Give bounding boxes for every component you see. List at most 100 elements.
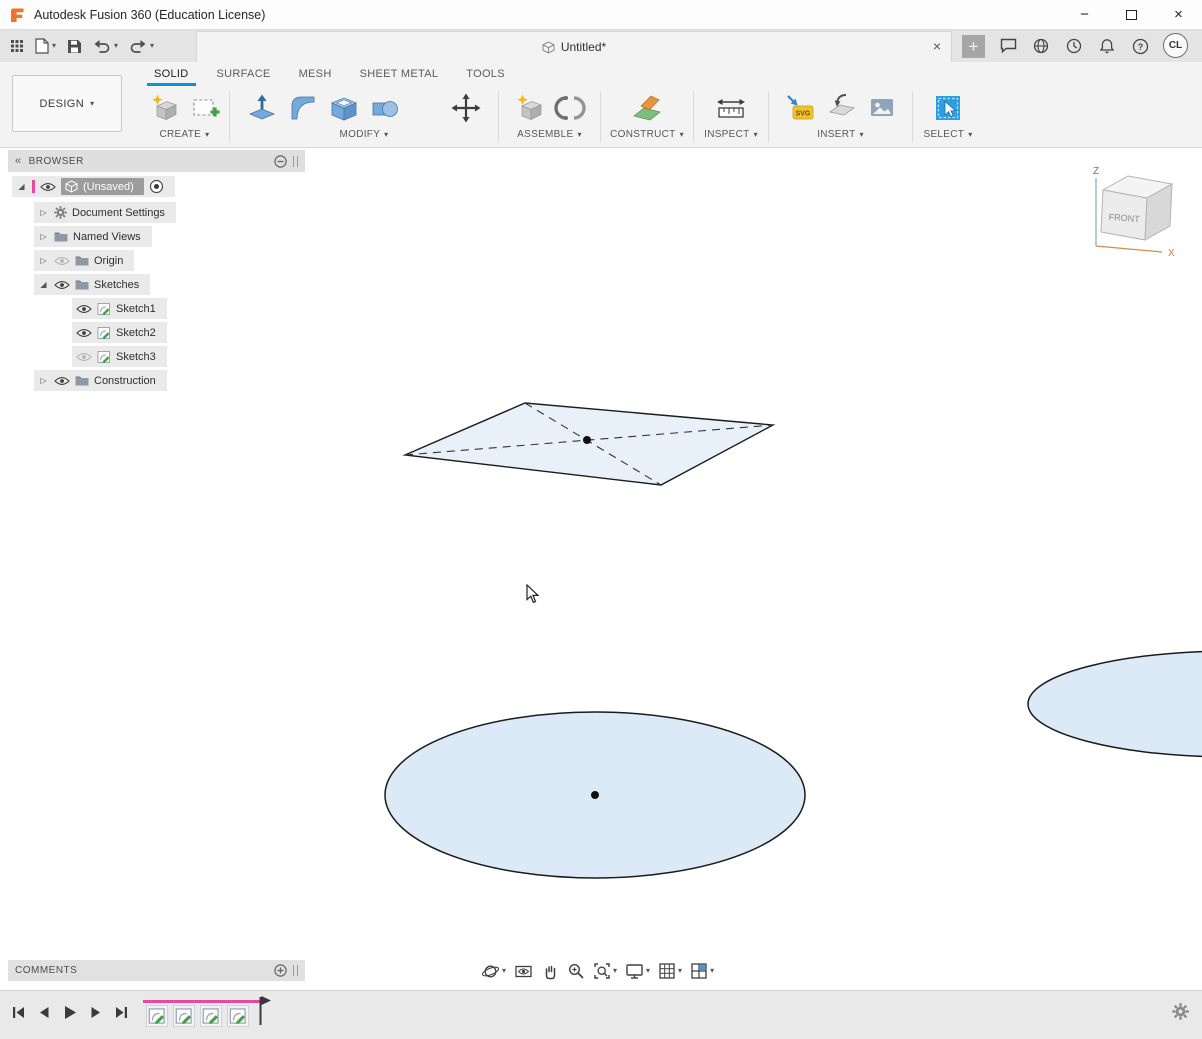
sketch-circle-profile-right[interactable] bbox=[1028, 651, 1202, 757]
browser-item-sketch2[interactable]: Sketch2 bbox=[72, 322, 167, 343]
activate-component-radio[interactable] bbox=[149, 179, 164, 194]
tab-tools[interactable]: TOOLS bbox=[452, 62, 519, 86]
expand-comments-icon[interactable] bbox=[274, 964, 287, 977]
construct-menu[interactable]: CONSTRUCT▾ bbox=[610, 129, 684, 140]
insert-menu[interactable]: INSERT▾ bbox=[817, 129, 864, 140]
browser-item-sketch1[interactable]: Sketch1 bbox=[72, 298, 167, 319]
job-status-button[interactable] bbox=[1066, 38, 1082, 54]
model-viewport[interactable] bbox=[0, 148, 1202, 990]
panel-drag-grip[interactable] bbox=[293, 156, 298, 167]
app-grid-menu-button[interactable] bbox=[10, 39, 24, 53]
expand-arrow-icon[interactable]: ◢ bbox=[16, 183, 27, 191]
pan-button[interactable] bbox=[541, 962, 559, 980]
press-pull-button[interactable] bbox=[243, 89, 281, 127]
browser-item-origin[interactable]: ▷ Origin bbox=[34, 250, 134, 271]
sketch-circle-profile[interactable] bbox=[385, 712, 805, 878]
timeline-settings-gear-icon[interactable] bbox=[1172, 1003, 1189, 1020]
visibility-eye-icon-hidden[interactable] bbox=[76, 352, 92, 362]
file-menu-button[interactable]: ▾ bbox=[35, 38, 56, 54]
orbit-button[interactable]: ▾ bbox=[481, 962, 506, 981]
step-back-button[interactable] bbox=[38, 1006, 50, 1019]
expand-arrow-icon[interactable]: ▷ bbox=[38, 233, 49, 241]
fillet-button[interactable] bbox=[284, 89, 322, 127]
display-settings-button[interactable]: ▾ bbox=[625, 962, 650, 980]
circle-center-point[interactable] bbox=[591, 791, 599, 799]
new-solid-button[interactable] bbox=[145, 89, 183, 127]
comments-panel-button[interactable] bbox=[1000, 38, 1017, 54]
root-document-chip[interactable]: (Unsaved) bbox=[61, 178, 144, 195]
sketch-center-point[interactable] bbox=[583, 436, 591, 444]
browser-item-document-settings[interactable]: ▷ Document Settings bbox=[34, 202, 176, 223]
timeline-feature-sketch1[interactable] bbox=[146, 1005, 168, 1027]
insert-derive-button[interactable] bbox=[822, 89, 860, 127]
create-menu[interactable]: CREATE▾ bbox=[160, 129, 210, 140]
new-component-button[interactable] bbox=[510, 89, 548, 127]
tab-mesh[interactable]: MESH bbox=[285, 62, 346, 86]
help-button[interactable]: ? bbox=[1132, 38, 1149, 55]
viewports-button[interactable]: ▾ bbox=[690, 962, 714, 980]
browser-item-construction[interactable]: ▷ Construction bbox=[34, 370, 167, 391]
account-avatar[interactable]: CL bbox=[1163, 33, 1188, 58]
browser-item-sketch3[interactable]: Sketch3 bbox=[72, 346, 167, 367]
skip-to-start-button[interactable] bbox=[12, 1006, 25, 1019]
notifications-button[interactable] bbox=[1099, 38, 1115, 54]
tab-sheet-metal[interactable]: SHEET METAL bbox=[346, 62, 453, 86]
visibility-eye-icon-hidden[interactable] bbox=[54, 256, 70, 266]
browser-item-root[interactable]: ◢ (Unsaved) bbox=[12, 176, 175, 197]
browser-item-named-views[interactable]: ▷ Named Views bbox=[34, 226, 152, 247]
tab-solid[interactable]: SOLID bbox=[140, 62, 203, 86]
tab-surface[interactable]: SURFACE bbox=[203, 62, 285, 86]
select-button[interactable] bbox=[929, 89, 967, 127]
look-at-button[interactable] bbox=[514, 962, 533, 981]
sketch-plane-profile[interactable] bbox=[405, 403, 773, 485]
visibility-eye-icon[interactable] bbox=[40, 182, 56, 192]
combine-button[interactable] bbox=[366, 89, 404, 127]
minimize-button[interactable]: − bbox=[1061, 0, 1108, 29]
joint-button[interactable] bbox=[551, 89, 589, 127]
undo-button[interactable]: ▾ bbox=[93, 39, 118, 53]
skip-to-end-button[interactable] bbox=[115, 1006, 128, 1019]
inspect-menu[interactable]: INSPECT▾ bbox=[704, 129, 758, 140]
construction-plane-button[interactable] bbox=[628, 89, 666, 127]
timeline-feature-sketch3[interactable] bbox=[200, 1005, 222, 1027]
browser-header[interactable]: « BROWSER bbox=[8, 150, 305, 172]
panel-drag-grip[interactable] bbox=[293, 965, 298, 976]
collapse-panel-icon[interactable]: « bbox=[15, 155, 22, 167]
document-tab[interactable]: Untitled* × bbox=[196, 31, 952, 62]
visibility-eye-icon[interactable] bbox=[54, 280, 70, 290]
maximize-button[interactable] bbox=[1108, 0, 1155, 29]
expand-arrow-icon[interactable]: ◢ bbox=[38, 281, 49, 289]
grid-snap-button[interactable]: ▾ bbox=[658, 962, 682, 980]
shell-button[interactable] bbox=[325, 89, 363, 127]
timeline-feature-sketch4[interactable] bbox=[227, 1005, 249, 1027]
fit-button[interactable]: ▾ bbox=[593, 962, 617, 980]
visibility-eye-icon[interactable] bbox=[76, 304, 92, 314]
expand-arrow-icon[interactable]: ▷ bbox=[38, 257, 49, 265]
expand-arrow-icon[interactable]: ▷ bbox=[38, 377, 49, 385]
redo-button[interactable]: ▾ bbox=[129, 39, 154, 53]
save-button[interactable] bbox=[67, 39, 82, 54]
close-tab-button[interactable]: × bbox=[933, 38, 941, 54]
select-menu[interactable]: SELECT▾ bbox=[923, 129, 972, 140]
comments-bar[interactable]: COMMENTS bbox=[8, 960, 305, 981]
move-copy-button[interactable] bbox=[447, 89, 485, 127]
play-button[interactable] bbox=[63, 1005, 77, 1020]
new-tab-button[interactable]: + bbox=[962, 35, 985, 58]
timeline-feature-sketch2[interactable] bbox=[173, 1005, 195, 1027]
assemble-menu[interactable]: ASSEMBLE▾ bbox=[517, 129, 582, 140]
modify-menu[interactable]: MODIFY▾ bbox=[339, 129, 388, 140]
workspace-selector[interactable]: DESIGN ▾ bbox=[12, 75, 122, 132]
timeline-playhead[interactable] bbox=[258, 994, 272, 1028]
zoom-button[interactable] bbox=[567, 962, 585, 980]
visibility-eye-icon[interactable] bbox=[76, 328, 92, 338]
view-cube[interactable]: Z X FRONT bbox=[1080, 160, 1190, 260]
browser-item-sketches[interactable]: ◢ Sketches bbox=[34, 274, 150, 295]
measure-button[interactable] bbox=[712, 89, 750, 127]
insert-canvas-button[interactable] bbox=[863, 89, 901, 127]
visibility-eye-icon[interactable] bbox=[54, 376, 70, 386]
extensions-button[interactable] bbox=[1033, 38, 1049, 54]
minimize-panel-icon[interactable] bbox=[274, 155, 287, 168]
step-forward-button[interactable] bbox=[90, 1006, 102, 1019]
insert-svg-button[interactable]: SVG bbox=[781, 89, 819, 127]
close-button[interactable]: × bbox=[1155, 0, 1202, 29]
